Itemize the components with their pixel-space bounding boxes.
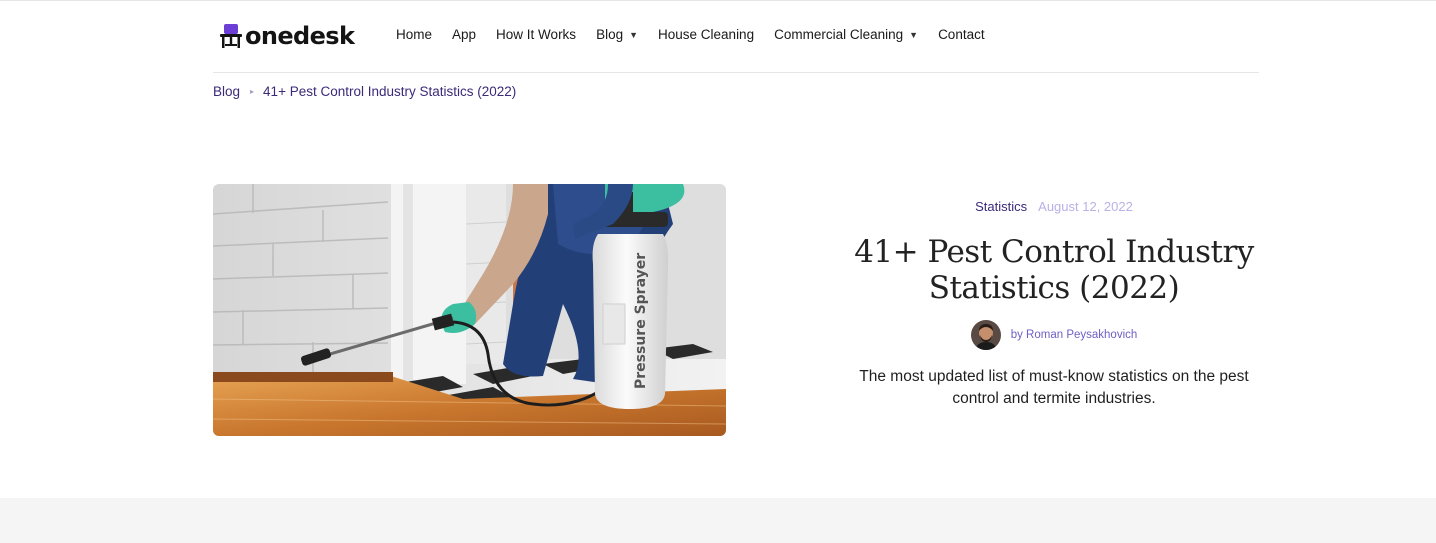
nav-item-how-it-works[interactable]: How It Works (496, 27, 576, 42)
author-link[interactable]: by Roman Peysakhovich (1011, 329, 1138, 341)
caret-down-icon: ▼ (909, 29, 919, 40)
nav-item-house-cleaning[interactable]: House Cleaning (658, 27, 754, 42)
breadcrumb-current[interactable]: 41+ Pest Control Industry Statistics (20… (263, 84, 516, 99)
content-band (0, 498, 1436, 543)
main-nav: Home App How It Works Blog ▼ House Cleani… (396, 27, 985, 42)
chair-icon (220, 24, 242, 48)
nav-item-app[interactable]: App (452, 27, 476, 42)
nav-label: Home (396, 27, 433, 42)
nav-label: Commercial Cleaning (774, 27, 904, 42)
logo-text: onedesk (245, 22, 355, 50)
logo-link[interactable]: onedesk (219, 20, 355, 52)
breadcrumb-separator-icon: ▸ (250, 87, 255, 96)
nav-label: Blog (596, 27, 624, 42)
author-byline: by Roman Peysakhovich (848, 320, 1260, 350)
article-header: Statistics August 12, 2022 41+ Pest Cont… (848, 196, 1260, 410)
nav-item-home[interactable]: Home (396, 27, 432, 42)
breadcrumb: Blog ▸ 41+ Pest Control Industry Statist… (213, 84, 516, 99)
avatar[interactable] (970, 320, 1001, 350)
pest-control-photo: Pressure Sprayer (213, 184, 726, 436)
site-header: onedesk Home App How It Works Blog ▼ Hous… (213, 0, 1259, 73)
publish-date: August 12, 2022 (1038, 198, 1133, 214)
nav-label: App (452, 27, 477, 42)
breadcrumb-blog-link[interactable]: Blog (213, 84, 240, 99)
nav-label: House Cleaning (658, 27, 755, 42)
author-avatar-icon (970, 320, 1001, 350)
article-hero-image[interactable]: Pressure Sprayer (213, 184, 726, 436)
article-excerpt: The most updated list of must-know stati… (859, 368, 1249, 407)
article-meta: Statistics August 12, 2022 (848, 196, 1260, 216)
nav-label: Contact (938, 27, 985, 42)
category-link[interactable]: Statistics (975, 199, 1027, 214)
nav-item-blog[interactable]: Blog ▼ (596, 27, 638, 42)
page-title: 41+ Pest Control Industry Statistics (20… (854, 234, 1254, 306)
sprayer-label: Pressure Sprayer (633, 253, 649, 389)
nav-label: How It Works (496, 27, 577, 42)
nav-item-contact[interactable]: Contact (938, 27, 985, 42)
nav-item-commercial-cleaning[interactable]: Commercial Cleaning ▼ (774, 27, 918, 42)
caret-down-icon: ▼ (629, 29, 639, 40)
